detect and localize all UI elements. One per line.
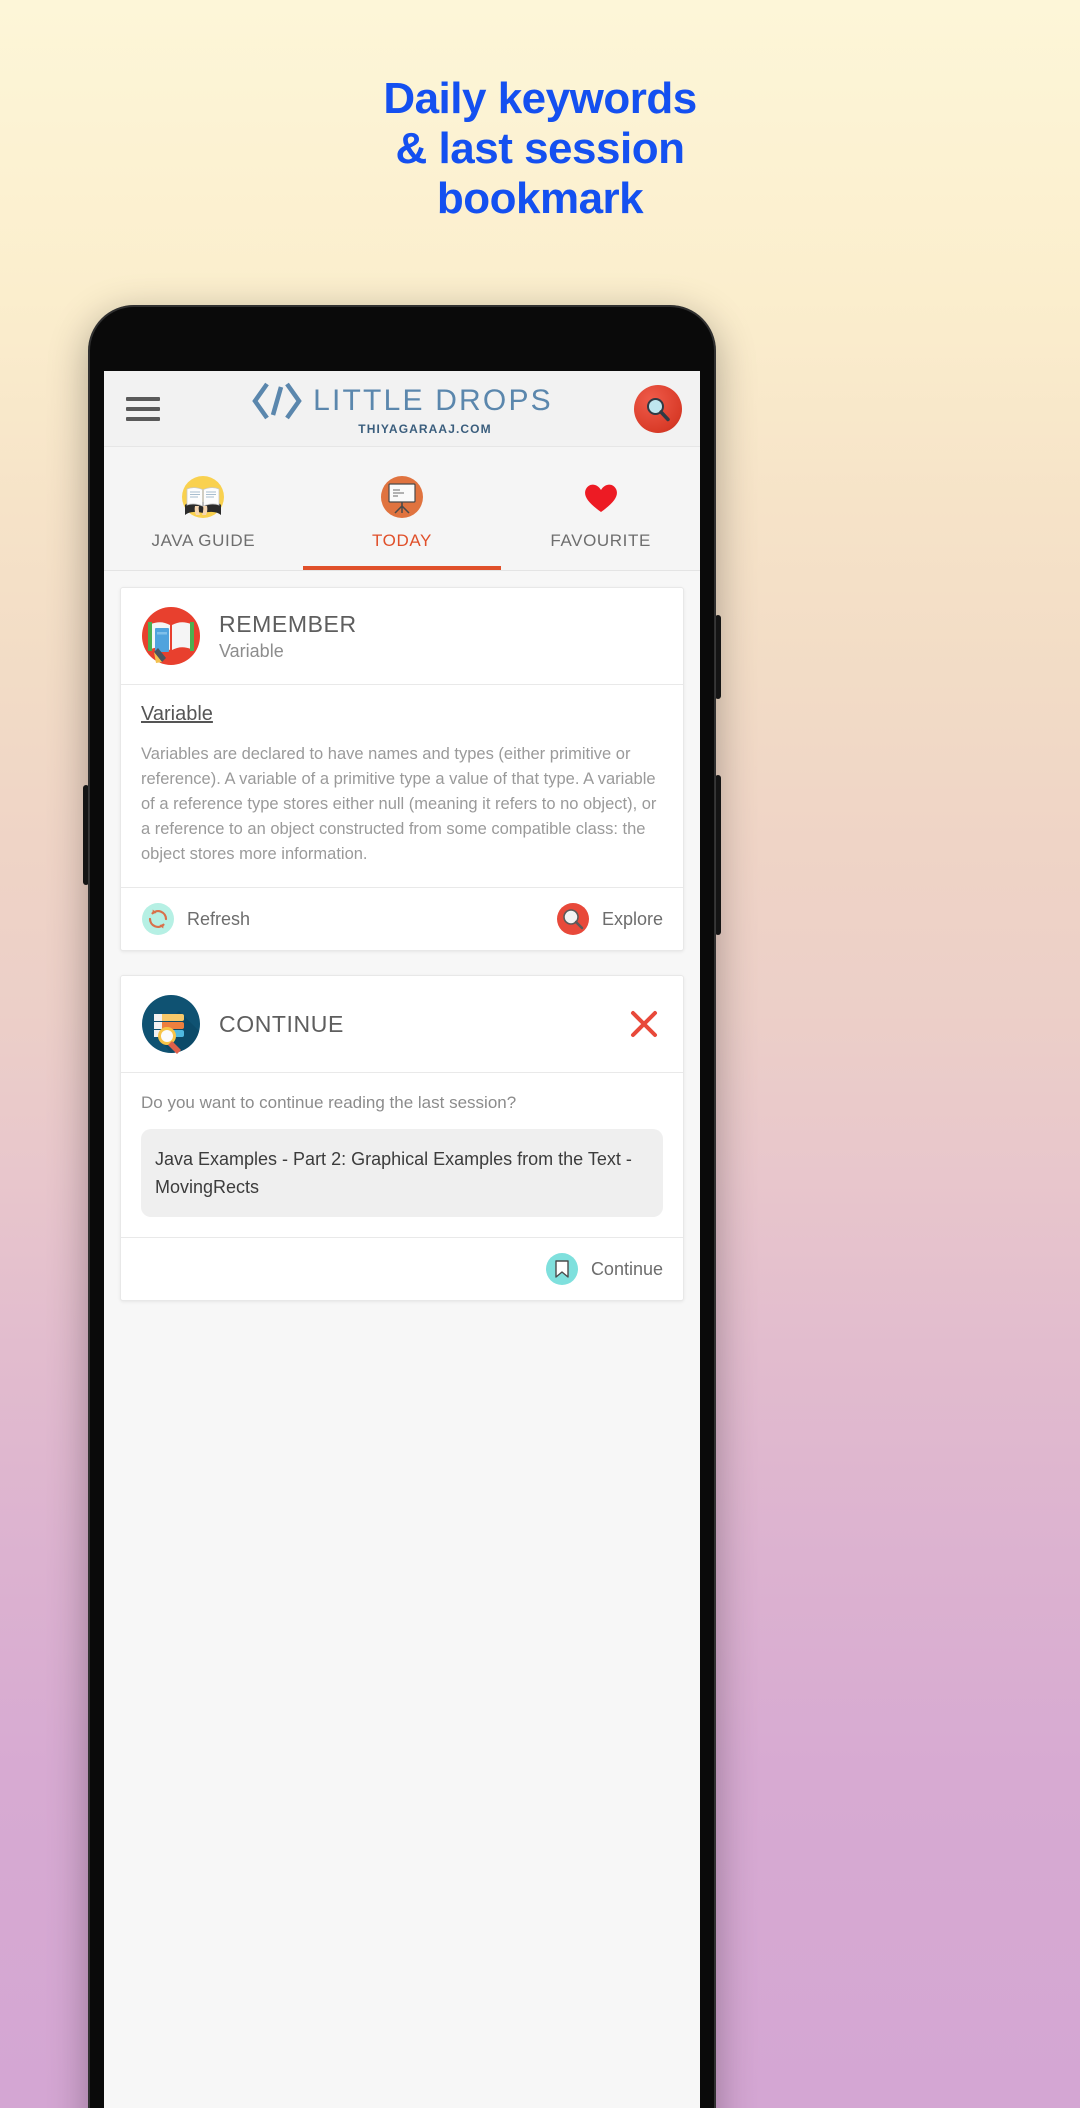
explore-button[interactable]: Explore bbox=[556, 902, 663, 936]
stacked-books-icon bbox=[142, 995, 200, 1054]
remember-card-body: Variable Variables are declared to have … bbox=[121, 685, 683, 887]
remember-card-header: REMEMBER Variable bbox=[121, 588, 683, 684]
action-label: Refresh bbox=[187, 908, 251, 929]
explore-magnifier-icon bbox=[556, 903, 589, 935]
card-title: REMEMBER bbox=[219, 610, 357, 637]
continue-bookmark-icon bbox=[545, 1253, 578, 1285]
open-book-icon bbox=[182, 475, 225, 518]
book-pen-icon bbox=[142, 607, 200, 665]
tab-label: TODAY bbox=[372, 530, 432, 550]
card-title: CONTINUE bbox=[219, 1010, 344, 1037]
keyword-term-link[interactable]: Variable bbox=[141, 703, 213, 726]
tab-favourite[interactable]: FAVOURITE bbox=[501, 447, 700, 570]
tab-java-guide[interactable]: JAVA GUIDE bbox=[104, 447, 303, 570]
headline-line-3: bookmark bbox=[436, 174, 644, 223]
keyword-definition: Variables are declared to have names and… bbox=[141, 745, 657, 863]
phone-left-button bbox=[83, 785, 89, 885]
headline-line-2: & last session bbox=[395, 124, 685, 173]
tab-label: JAVA GUIDE bbox=[151, 530, 256, 550]
tab-bar: JAVA GUIDE TODAY FAVOURITE bbox=[104, 447, 700, 571]
phone-volume-button bbox=[715, 775, 721, 935]
continue-card-body: Do you want to continue reading the last… bbox=[121, 1073, 683, 1237]
last-session-title[interactable]: Java Examples - Part 2: Graphical Exampl… bbox=[141, 1129, 663, 1217]
continue-button[interactable]: Continue bbox=[545, 1252, 663, 1286]
tab-label: FAVOURITE bbox=[550, 530, 651, 550]
code-brackets-icon bbox=[252, 382, 302, 420]
continue-card: CONTINUE Do you want to continue reading… bbox=[120, 975, 684, 1301]
refresh-button[interactable]: Refresh bbox=[141, 902, 250, 936]
action-label: Continue bbox=[590, 1258, 663, 1279]
magnifier-search-icon bbox=[647, 397, 670, 421]
card-subtitle: Variable bbox=[219, 640, 284, 661]
logo-text: LITTLE DROPS bbox=[313, 384, 553, 417]
phone-power-button bbox=[715, 615, 721, 699]
hamburger-menu-icon[interactable] bbox=[126, 396, 160, 421]
presentation-board-icon bbox=[381, 475, 423, 518]
continue-card-actions: Continue bbox=[121, 1238, 683, 1300]
app-logo: LITTLE DROPS THIYAGARAAJ.COM bbox=[104, 381, 700, 436]
promo-screenshot: Daily keywords & last session bookmark L… bbox=[0, 0, 1080, 2108]
refresh-circular-arrows-icon bbox=[142, 903, 174, 935]
phone-mockup: LITTLE DROPS THIYAGARAAJ.COM JAVA GUIDE … bbox=[83, 305, 721, 2108]
close-x-icon[interactable] bbox=[627, 1007, 661, 1041]
app-screen: LITTLE DROPS THIYAGARAAJ.COM JAVA GUIDE … bbox=[104, 371, 700, 2108]
tab-today[interactable]: TODAY bbox=[302, 447, 502, 570]
remember-card-actions: Refresh Explore bbox=[121, 888, 683, 950]
remember-card: REMEMBER Variable Variable Variables are… bbox=[120, 587, 684, 951]
search-button[interactable] bbox=[634, 384, 682, 433]
continue-card-header: CONTINUE bbox=[121, 976, 683, 1072]
cards-container: REMEMBER Variable Variable Variables are… bbox=[104, 571, 700, 1301]
promo-headline: Daily keywords & last session bookmark bbox=[0, 74, 1080, 224]
logo-subtext: THIYAGARAAJ.COM bbox=[358, 422, 492, 436]
heart-icon bbox=[584, 484, 617, 512]
app-header: LITTLE DROPS THIYAGARAAJ.COM bbox=[104, 371, 700, 447]
continue-question: Do you want to continue reading the last… bbox=[141, 1093, 517, 1112]
headline-line-1: Daily keywords bbox=[383, 74, 697, 123]
action-label: Explore bbox=[601, 908, 663, 929]
